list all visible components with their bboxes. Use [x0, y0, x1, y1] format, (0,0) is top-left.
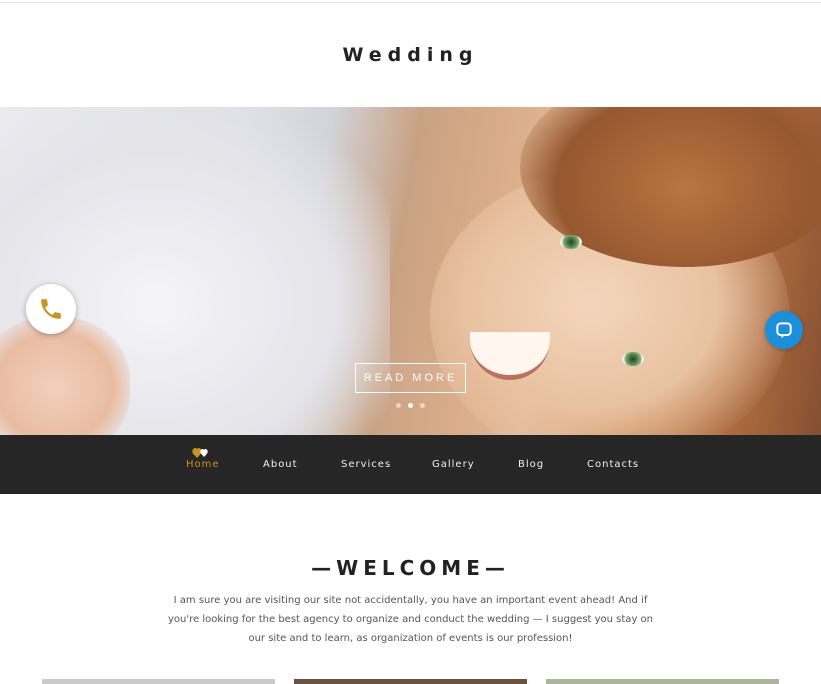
phone-icon: [41, 299, 61, 319]
hearts-icon: [192, 448, 208, 458]
gallery-thumbnail[interactable]: [546, 679, 779, 684]
welcome-heading: —WELCOME—: [311, 556, 510, 580]
nav-item-services[interactable]: Services: [341, 459, 391, 470]
slider-dot-2[interactable]: [408, 403, 413, 408]
site-title[interactable]: Wedding: [0, 44, 821, 66]
gallery-thumbnail[interactable]: [42, 679, 275, 684]
nav-item-contacts[interactable]: Contacts: [587, 459, 639, 470]
gallery-thumbnail[interactable]: [294, 679, 527, 684]
nav-item-gallery[interactable]: Gallery: [432, 459, 475, 470]
read-more-button[interactable]: READ MORE: [355, 363, 466, 393]
live-chat-button[interactable]: [765, 311, 803, 349]
main-navigation: Home About Services Gallery Blog Contact…: [0, 435, 821, 494]
top-divider: [0, 0, 821, 3]
call-button[interactable]: [26, 284, 76, 334]
slider-pagination: [396, 403, 425, 408]
nav-item-about[interactable]: About: [263, 459, 298, 470]
chat-icon: [776, 322, 792, 339]
slider-dot-3[interactable]: [420, 403, 425, 408]
welcome-text: I am sure you are visiting our site not …: [168, 595, 653, 644]
nav-item-blog[interactable]: Blog: [518, 459, 544, 470]
hero-slider[interactable]: READ MORE: [0, 107, 821, 435]
nav-item-home[interactable]: Home: [186, 459, 220, 470]
slider-dot-1[interactable]: [396, 403, 401, 408]
